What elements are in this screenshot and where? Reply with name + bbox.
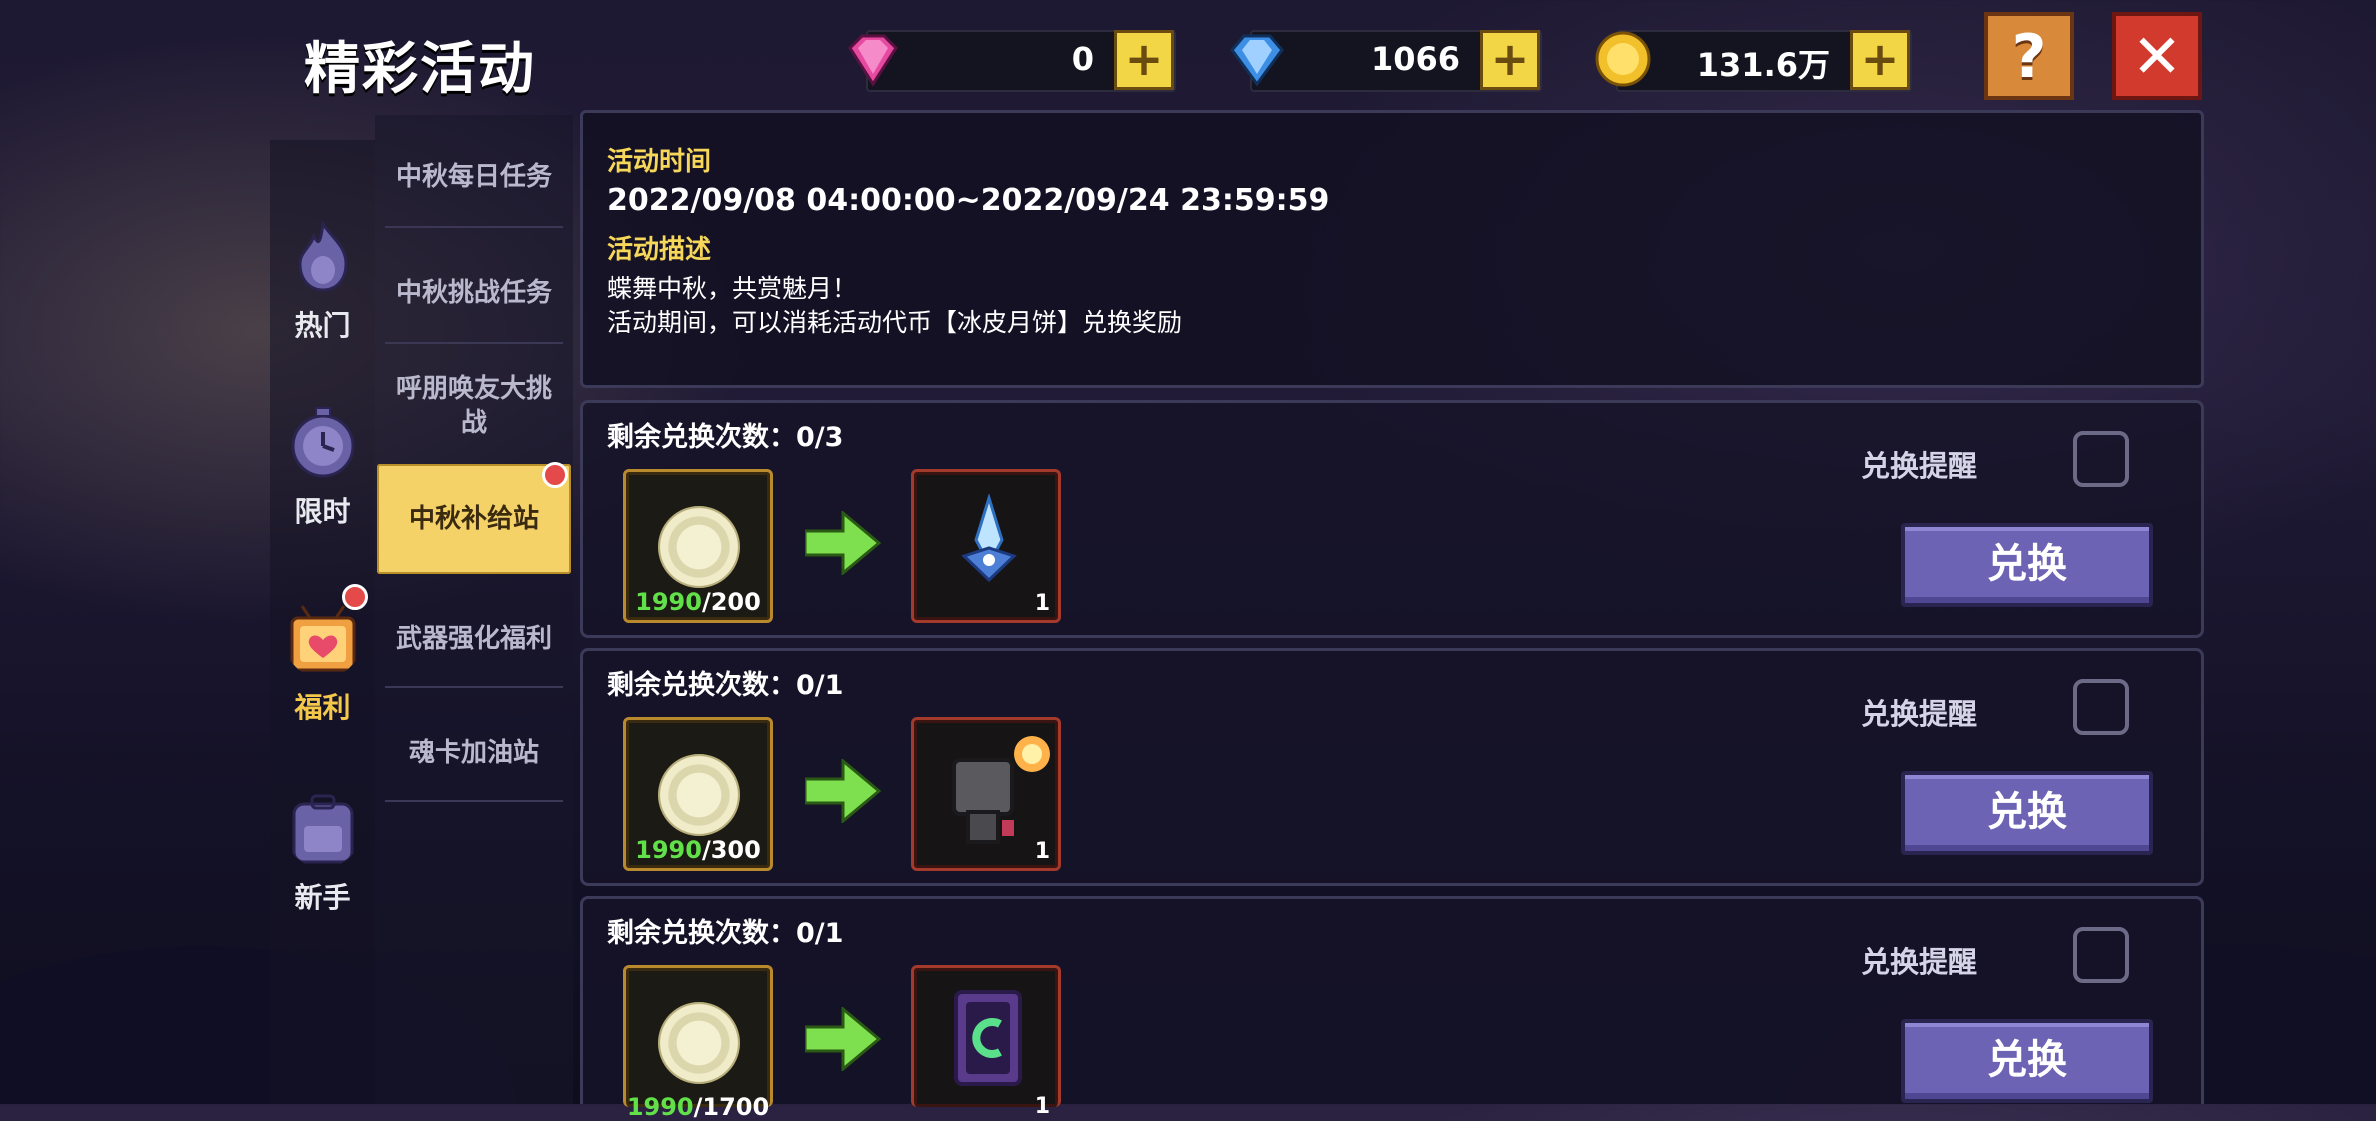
submenu-item-invite-challenge[interactable]: 呼朋唤友大挑战: [375, 372, 573, 440]
cost-item-slot[interactable]: 1990/300: [623, 717, 773, 871]
soul-card-icon: [954, 990, 1022, 1086]
arrow-right-icon: [805, 759, 881, 823]
owned-amount: 1990: [626, 1093, 694, 1121]
arrow-right-icon: [805, 1007, 881, 1071]
exchange-reminder-checkbox[interactable]: [2073, 927, 2129, 983]
pink-gem-value: 0: [1071, 40, 1094, 78]
add-blue-gem-button[interactable]: +: [1480, 30, 1540, 90]
submenu-item-supply-station[interactable]: 中秋补给站: [377, 464, 571, 574]
reward-item-slot[interactable]: 1: [911, 717, 1061, 871]
remaining-exchanges: 剩余兑换次数：0/1: [607, 670, 844, 701]
add-gold-coin-button[interactable]: +: [1850, 30, 1910, 90]
gift-icon: [290, 605, 355, 672]
mooncake-token-icon: [658, 754, 740, 836]
reward-item-slot[interactable]: 1: [911, 469, 1061, 623]
event-time-value: 2022/09/08 04:00:00~2022/09/24 23:59:59: [607, 183, 1330, 218]
blue-gem-icon: [1230, 34, 1284, 87]
remaining-exchanges: 剩余兑换次数：0/1: [607, 918, 844, 949]
event-time-heading: 活动时间: [607, 147, 712, 177]
event-desc-line-1: 蝶舞中秋，共赏魅月！: [607, 274, 858, 303]
category-welfare[interactable]: 福利: [270, 600, 375, 726]
currency-gold-coin: 131.6万 +: [1595, 30, 1912, 92]
page-title: 精彩活动: [304, 37, 536, 102]
gold-coin-value: 131.6万: [1696, 46, 1830, 84]
blue-gem-value: 1066: [1370, 40, 1460, 78]
backpack-icon: [292, 794, 353, 864]
clock-icon: [291, 407, 354, 478]
gold-coin-icon: [1595, 31, 1651, 87]
reward-quantity: 1: [1034, 839, 1050, 864]
crystal-weapon-icon: [961, 494, 1017, 583]
pink-gem-icon: [848, 34, 898, 87]
currency-blue-gem: 1066 +: [1230, 30, 1542, 92]
exchange-row: 剩余兑换次数：0/1 1990/1700 1 兑换提醒 兑换: [580, 896, 2204, 1121]
event-desc-line-2: 活动期间，可以消耗活动代币【冰皮月饼】兑换奖励: [607, 308, 1183, 337]
mooncake-token-icon: [658, 506, 740, 588]
submenu-divider: [385, 800, 563, 802]
notification-badge: [542, 462, 568, 488]
add-pink-gem-button[interactable]: +: [1114, 30, 1174, 90]
submenu-item-daily-task[interactable]: 中秋每日任务: [375, 156, 573, 193]
submenu-divider: [385, 342, 563, 344]
submenu-item-challenge-task[interactable]: 中秋挑战任务: [375, 272, 573, 309]
exchange-reminder-checkbox[interactable]: [2073, 431, 2129, 487]
category-hot-label: 热门: [294, 309, 351, 342]
flame-icon: [297, 219, 348, 292]
category-newbie[interactable]: 新手: [270, 790, 375, 916]
remaining-exchanges: 剩余兑换次数：0/3: [607, 422, 844, 453]
cost-amount: 1990/1700: [626, 1093, 770, 1121]
currency-pink-gem: 0 +: [848, 30, 1176, 92]
notification-badge: [342, 584, 368, 610]
mooncake-token-icon: [658, 1002, 740, 1084]
exchange-reminder-label: 兑换提醒: [1861, 945, 1978, 979]
category-limited-label: 限时: [294, 495, 351, 528]
exchange-row: 剩余兑换次数：0/1 1990/300 1 兑换提醒 兑换: [580, 648, 2204, 886]
exchange-reminder-checkbox[interactable]: [2073, 679, 2129, 735]
help-button[interactable]: ?: [1984, 12, 2074, 100]
category-hot[interactable]: 热门: [270, 218, 375, 344]
exchange-button[interactable]: 兑换: [1901, 523, 2153, 607]
reward-item-slot[interactable]: 1: [911, 965, 1061, 1119]
exchange-reminder-label: 兑换提醒: [1861, 449, 1978, 483]
required-amount: /200: [701, 588, 761, 616]
category-newbie-label: 新手: [294, 881, 351, 914]
event-info-panel: 活动时间 2022/09/08 04:00:00~2022/09/24 23:5…: [580, 110, 2204, 388]
submenu-divider: [385, 686, 563, 688]
category-limited[interactable]: 限时: [270, 404, 375, 530]
cost-item-slot[interactable]: 1990/1700: [623, 965, 773, 1121]
submenu-item-weapon-upgrade[interactable]: 武器强化福利: [375, 618, 573, 655]
submenu-column: [375, 115, 573, 1104]
required-amount: /1700: [693, 1093, 770, 1121]
submenu-divider: [385, 226, 563, 228]
exchange-button[interactable]: 兑换: [1901, 771, 2153, 855]
exchange-row: 剩余兑换次数：0/3 1990/200 1 兑换提醒 兑换: [580, 400, 2204, 638]
reward-quantity: 1: [1034, 1094, 1050, 1119]
arrow-right-icon: [805, 511, 881, 575]
cost-amount: 1990/300: [626, 836, 770, 864]
submenu-item-soul-card-station[interactable]: 魂卡加油站: [375, 732, 573, 769]
close-button[interactable]: ✕: [2112, 12, 2202, 100]
cost-amount: 1990/200: [626, 588, 770, 616]
event-desc-heading: 活动描述: [607, 235, 712, 265]
cost-item-slot[interactable]: 1990/200: [623, 469, 773, 623]
owned-amount: 1990: [635, 588, 702, 616]
category-welfare-label: 福利: [294, 691, 351, 724]
reward-quantity: 1: [1034, 591, 1050, 616]
owned-amount: 1990: [635, 836, 702, 864]
exchange-button[interactable]: 兑换: [1901, 1019, 2153, 1103]
required-amount: /300: [701, 836, 761, 864]
exchange-reminder-label: 兑换提醒: [1861, 697, 1978, 731]
